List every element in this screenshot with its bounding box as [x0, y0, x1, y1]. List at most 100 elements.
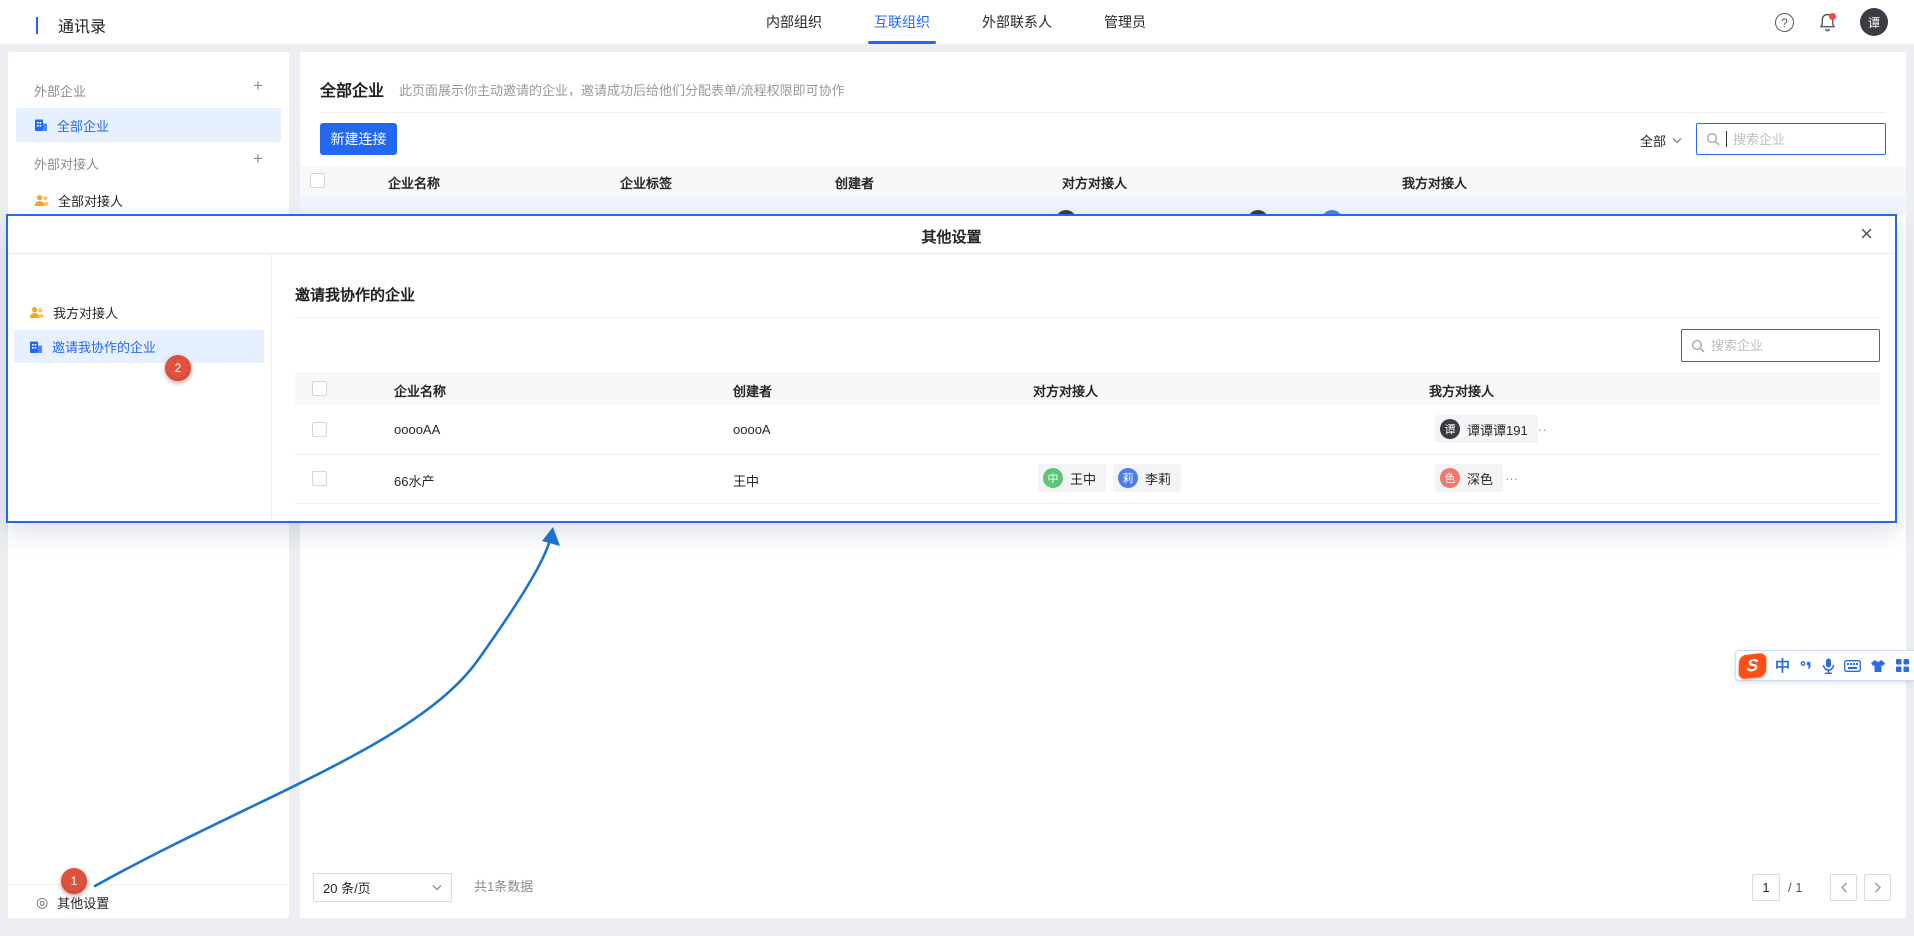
modal-nav-label: 我方对接人	[53, 303, 118, 322]
chinese-mode-icon[interactable]: 中	[1775, 655, 1790, 676]
other-settings-label: 其他设置	[57, 893, 109, 912]
chevron-down-icon	[432, 884, 442, 891]
sidebar-item-label: 全部对接人	[58, 191, 123, 210]
other-settings-button[interactable]: ◎ 其他设置	[36, 893, 109, 912]
search-icon	[1691, 339, 1705, 353]
table-row[interactable]	[300, 196, 1906, 214]
next-page-button[interactable]	[1864, 874, 1891, 901]
page-title[interactable]: 通讯录	[58, 13, 106, 37]
tab-internal-org[interactable]: 内部组织	[766, 0, 822, 44]
sidebar-item-all-companies[interactable]: 全部企业	[16, 108, 281, 142]
more-contacts-dots[interactable]: ..	[1538, 419, 1547, 434]
invited-companies-badge: 2	[165, 355, 191, 381]
more-contacts-dots[interactable]: …	[1505, 468, 1519, 483]
company-search-input-wrapper	[1696, 123, 1886, 155]
page-size-value: 20 条/页	[323, 878, 371, 897]
contact-name: 谭谭谭191	[1467, 420, 1528, 439]
contact-avatar: 谭	[1440, 419, 1460, 439]
people-icon	[34, 194, 49, 207]
modal-search-input-wrapper	[1681, 329, 1880, 362]
col-their-contact: 对方对接人	[1062, 173, 1127, 192]
total-count: 共1条数据	[474, 876, 533, 895]
sidebar-group-external-companies: 外部企业	[34, 81, 86, 100]
chevron-right-icon	[1874, 882, 1882, 893]
microphone-icon[interactable]	[1822, 658, 1835, 674]
col-our-contact: 我方对接人	[1402, 173, 1467, 192]
search-icon	[1706, 132, 1720, 146]
modal-nav-invited-companies[interactable]: 邀请我协作的企业	[14, 330, 264, 363]
col-creator: 创建者	[835, 173, 874, 192]
filter-dropdown[interactable]: 全部	[1640, 131, 1682, 150]
ime-toolbar[interactable]: S 中	[1735, 650, 1914, 681]
contact-name: 李莉	[1145, 469, 1171, 488]
help-icon[interactable]: ?	[1775, 13, 1794, 32]
tab-admin[interactable]: 管理员	[1104, 0, 1146, 44]
contact-chip[interactable]: 谭 谭谭谭191	[1435, 415, 1538, 443]
col-company-name: 企业名称	[394, 381, 446, 400]
table-row[interactable]: ooooAA ooooA 谭 谭谭谭191 ..	[295, 405, 1880, 455]
sidebar-footer: ◎ 其他设置	[8, 884, 289, 918]
page-total-label: / 1	[1788, 880, 1802, 895]
modal-nav-our-contacts[interactable]: 我方对接人	[14, 296, 264, 328]
tab-connected-org[interactable]: 互联组织	[874, 0, 930, 44]
col-their-contact: 对方对接人	[1033, 381, 1098, 400]
modal-search-input[interactable]	[1711, 338, 1870, 353]
sogou-logo-icon[interactable]: S	[1738, 652, 1766, 679]
current-page-box[interactable]: 1	[1752, 874, 1780, 901]
main-table-header: 企业名称 企业标签 创建者 对方对接人 我方对接人	[300, 166, 1906, 196]
add-external-company-button[interactable]: +	[253, 79, 263, 93]
company-icon	[34, 118, 48, 132]
settings-icon: ◎	[36, 894, 48, 911]
select-all-checkbox[interactable]	[310, 173, 325, 188]
top-bar: 通讯录 内部组织 互联组织 外部联系人 管理员 ? 谭	[0, 0, 1914, 45]
company-search-input[interactable]	[1733, 132, 1876, 147]
filter-label: 全部	[1640, 131, 1666, 150]
modal-main: 邀请我协作的企业 企业名称 创建者 对方对接人 我方对接人 ooooAA ooo…	[272, 254, 1895, 521]
notification-bell-icon[interactable]	[1818, 12, 1837, 33]
page-size-select[interactable]: 20 条/页	[313, 873, 452, 902]
contact-name: 深色	[1467, 469, 1493, 488]
skin-icon[interactable]	[1870, 659, 1886, 673]
main-subtitle: 此页面展示你主动邀请的企业，邀请成功后给他们分配表单/流程权限即可协作	[399, 80, 845, 99]
contact-chip[interactable]: 莉 李莉	[1113, 464, 1181, 492]
row-checkbox[interactable]	[312, 422, 327, 437]
punctuation-icon[interactable]	[1799, 659, 1813, 673]
chevron-left-icon	[1840, 882, 1848, 893]
chevron-down-icon	[1672, 137, 1682, 144]
step-1-badge: 1	[61, 868, 87, 894]
other-settings-modal: 其他设置 × 我方对接人 邀请我协作的企业 2 邀请我协作的企业	[6, 214, 1897, 523]
people-icon	[29, 306, 44, 319]
contact-avatar: 色	[1440, 468, 1460, 488]
back-icon[interactable]	[36, 17, 38, 32]
col-company-tag: 企业标签	[620, 173, 672, 192]
contact-avatar: 莉	[1118, 468, 1138, 488]
modal-table-header: 企业名称 创建者 对方对接人 我方对接人	[295, 372, 1880, 405]
contact-name: 王中	[1070, 469, 1096, 488]
col-creator: 创建者	[733, 381, 772, 400]
new-connection-button[interactable]: 新建连接	[320, 123, 397, 155]
contact-chip[interactable]: 中 王中	[1038, 464, 1106, 492]
top-tabs: 内部组织 互联组织 外部联系人 管理员	[766, 0, 1146, 44]
company-icon	[29, 340, 43, 354]
prev-page-button[interactable]	[1830, 874, 1857, 901]
sidebar-item-all-contacts[interactable]: 全部对接人	[16, 184, 281, 216]
tab-external-contacts[interactable]: 外部联系人	[982, 0, 1052, 44]
col-company-name: 企业名称	[388, 173, 440, 192]
cell-creator: 王中	[733, 471, 759, 490]
keyboard-icon[interactable]	[1844, 660, 1861, 672]
row-checkbox[interactable]	[312, 471, 327, 486]
modal-close-icon[interactable]: ×	[1860, 221, 1873, 247]
notification-dot	[1829, 13, 1836, 20]
col-our-contact: 我方对接人	[1429, 381, 1494, 400]
toolbox-icon[interactable]	[1895, 658, 1910, 673]
contact-avatar: 中	[1043, 468, 1063, 488]
cell-creator: ooooA	[733, 422, 771, 437]
modal-content-title: 邀请我协作的企业	[295, 284, 415, 305]
table-row[interactable]: 66水产 王中 中 王中 莉 李莉 色 深色 …	[295, 454, 1880, 504]
main-title: 全部企业	[320, 77, 384, 101]
sidebar-group-external-contacts: 外部对接人	[34, 154, 99, 173]
modal-select-all-checkbox[interactable]	[312, 381, 327, 396]
user-avatar[interactable]: 谭	[1860, 8, 1888, 36]
add-external-contact-button[interactable]: +	[253, 152, 263, 166]
contact-chip[interactable]: 色 深色	[1435, 464, 1503, 492]
